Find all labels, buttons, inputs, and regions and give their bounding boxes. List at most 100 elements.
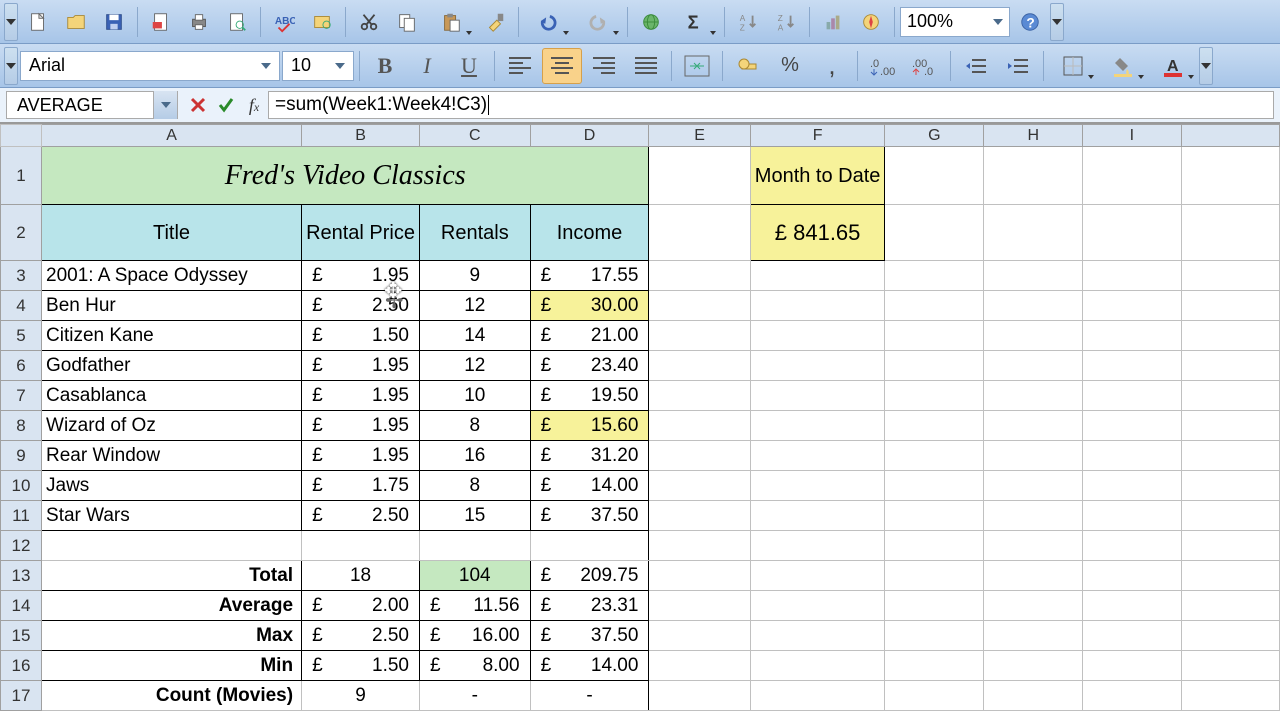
summary-count-d[interactable]: - <box>530 681 649 711</box>
summary-min-b[interactable]: £1.50 <box>302 651 420 681</box>
spreadsheet-grid[interactable]: A B C D E F G H I 1 Fred's Video Classic… <box>0 124 1280 711</box>
cell[interactable] <box>1181 441 1279 471</box>
col-header-I[interactable]: I <box>1083 125 1181 147</box>
cell[interactable] <box>649 531 750 561</box>
row-header-12[interactable]: 12 <box>1 531 42 561</box>
name-box[interactable]: AVERAGE <box>6 91 178 119</box>
cell[interactable] <box>984 501 1083 531</box>
col-header-D[interactable]: D <box>530 125 649 147</box>
movie-title[interactable]: Godfather <box>42 351 302 381</box>
cell[interactable] <box>1083 205 1181 261</box>
cell[interactable] <box>649 321 750 351</box>
cell[interactable] <box>885 591 984 621</box>
movie-income[interactable]: £17.55 <box>530 261 649 291</box>
increase-indent-button[interactable] <box>998 48 1038 84</box>
month-to-date-label[interactable]: Month to Date <box>750 147 885 205</box>
row-header-8[interactable]: 8 <box>1 411 42 441</box>
movie-rentals[interactable]: 12 <box>420 291 531 321</box>
movie-rentals[interactable]: 12 <box>420 351 531 381</box>
cell[interactable] <box>984 621 1083 651</box>
cell[interactable] <box>649 261 750 291</box>
currency-button[interactable] <box>728 48 768 84</box>
summary-min-c[interactable]: £8.00 <box>420 651 531 681</box>
movie-price[interactable]: £1.50 <box>302 321 420 351</box>
print-preview-button[interactable] <box>219 4 255 40</box>
movie-title[interactable]: Ben Hur <box>42 291 302 321</box>
row-header-4[interactable]: 4 <box>1 291 42 321</box>
row-header-6[interactable]: 6 <box>1 351 42 381</box>
movie-price[interactable]: £1.95 <box>302 381 420 411</box>
cell[interactable] <box>1181 531 1279 561</box>
movie-income[interactable]: £15.60 <box>530 411 649 441</box>
redo-button[interactable] <box>574 4 622 40</box>
movie-title[interactable]: Citizen Kane <box>42 321 302 351</box>
cell[interactable] <box>302 531 420 561</box>
col-header-E[interactable]: E <box>649 125 750 147</box>
cell[interactable] <box>530 531 649 561</box>
new-doc-button[interactable] <box>20 4 56 40</box>
cell[interactable] <box>885 501 984 531</box>
cell[interactable] <box>1181 621 1279 651</box>
cell[interactable] <box>649 651 750 681</box>
cell[interactable] <box>984 205 1083 261</box>
cell[interactable] <box>885 681 984 711</box>
cell[interactable] <box>1181 381 1279 411</box>
font-color-button[interactable]: A <box>1149 48 1197 84</box>
decrease-indent-button[interactable] <box>956 48 996 84</box>
cell[interactable] <box>1083 591 1181 621</box>
cell[interactable] <box>1181 205 1279 261</box>
cell[interactable] <box>1083 441 1181 471</box>
summary-max-d[interactable]: £37.50 <box>530 621 649 651</box>
cell[interactable] <box>42 531 302 561</box>
movie-income[interactable]: £31.20 <box>530 441 649 471</box>
cell[interactable] <box>750 561 885 591</box>
undo-button[interactable] <box>524 4 572 40</box>
cell[interactable] <box>649 147 750 205</box>
cell[interactable] <box>1181 591 1279 621</box>
row-header-13[interactable]: 13 <box>1 561 42 591</box>
row-header-1[interactable]: 1 <box>1 147 42 205</box>
movie-title[interactable]: Wizard of Oz <box>42 411 302 441</box>
cell[interactable] <box>984 471 1083 501</box>
movie-price[interactable]: £1.95 <box>302 411 420 441</box>
print-button[interactable] <box>181 4 217 40</box>
movie-income[interactable]: £23.40 <box>530 351 649 381</box>
movie-price[interactable]: £1.75 <box>302 471 420 501</box>
cell[interactable] <box>984 381 1083 411</box>
header-title[interactable]: Title <box>42 205 302 261</box>
sum-button[interactable]: Σ <box>671 4 719 40</box>
row-header-11[interactable]: 11 <box>1 501 42 531</box>
cell[interactable] <box>750 291 885 321</box>
align-right-button[interactable] <box>584 48 624 84</box>
copy-button[interactable] <box>389 4 425 40</box>
cell[interactable] <box>1181 261 1279 291</box>
cell[interactable] <box>885 147 984 205</box>
export-pdf-button[interactable] <box>143 4 179 40</box>
cell[interactable] <box>1181 291 1279 321</box>
col-header-G[interactable]: G <box>885 125 984 147</box>
cell[interactable] <box>984 651 1083 681</box>
cell[interactable] <box>1083 321 1181 351</box>
cell[interactable] <box>750 351 885 381</box>
cell[interactable] <box>750 321 885 351</box>
select-all-corner[interactable] <box>1 125 42 147</box>
cell[interactable] <box>649 291 750 321</box>
cell[interactable] <box>649 681 750 711</box>
toolbar-overflow[interactable] <box>1050 3 1064 41</box>
movie-price[interactable]: £1.95 <box>302 261 420 291</box>
font-size-select[interactable]: 10 <box>282 51 354 81</box>
row-header-5[interactable]: 5 <box>1 321 42 351</box>
col-header-F[interactable]: F <box>750 125 885 147</box>
movie-income[interactable]: £30.00 <box>530 291 649 321</box>
cell[interactable] <box>649 591 750 621</box>
cell[interactable] <box>1181 147 1279 205</box>
cell[interactable] <box>1083 411 1181 441</box>
cell[interactable] <box>1083 381 1181 411</box>
cell[interactable] <box>1083 471 1181 501</box>
movie-price[interactable]: £2.50 <box>302 291 420 321</box>
cell[interactable] <box>649 621 750 651</box>
align-left-button[interactable] <box>500 48 540 84</box>
summary-total-b[interactable]: 18 <box>302 561 420 591</box>
header-price[interactable]: Rental Price <box>302 205 420 261</box>
movie-rentals[interactable]: 14 <box>420 321 531 351</box>
